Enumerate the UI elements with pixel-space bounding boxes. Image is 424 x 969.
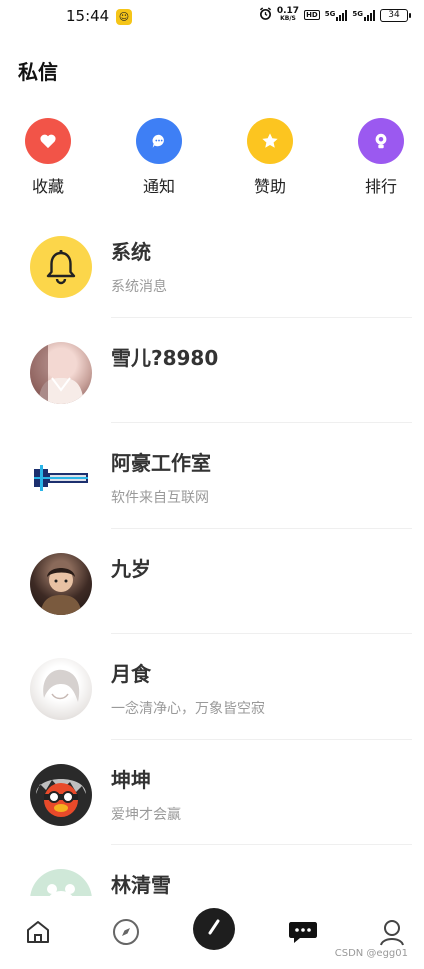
message-preview: 系统消息 <box>111 279 167 295</box>
list-item-system[interactable]: 系统 系统消息 <box>0 212 424 318</box>
message-preview: 软件来自互联网 <box>111 490 209 506</box>
profile-icon <box>378 917 406 951</box>
quick-action-label: 收藏 <box>31 177 64 196</box>
tab-home[interactable] <box>18 914 58 954</box>
quick-action-label: 排行 <box>364 177 397 196</box>
signal-sim1-icon: 5G <box>325 9 348 21</box>
list-item-contact[interactable]: 坤坤 爱坤才会赢 <box>0 740 424 845</box>
avatar <box>30 763 92 826</box>
tab-messages[interactable] <box>283 914 323 954</box>
list-item-contact[interactable]: 阿豪工作室 软件来自互联网 <box>0 423 424 529</box>
avatar <box>30 341 92 404</box>
quick-action-label: 通知 <box>142 177 175 196</box>
contact-name: 九岁 <box>111 556 151 581</box>
quick-actions: 收藏 通知 赞助 排行 <box>0 118 424 208</box>
bell-icon <box>30 236 92 298</box>
page-title: 私信 <box>18 60 58 84</box>
app-notification-icon: ☺ <box>116 9 132 25</box>
star-icon <box>247 118 293 164</box>
tab-discover[interactable] <box>106 914 146 954</box>
home-icon <box>24 918 52 950</box>
quick-action-notifications[interactable]: 通知 <box>124 118 194 197</box>
contact-name: 坤坤 <box>111 767 151 792</box>
quick-action-label: 赞助 <box>253 177 286 196</box>
quick-action-favorites[interactable]: 收藏 <box>13 118 83 197</box>
message-list: 系统 系统消息 雪儿?8980 阿豪工作室 软件来自互联网 九岁 月食 一念清净… <box>0 212 424 951</box>
trophy-icon <box>358 118 404 164</box>
avatar <box>30 658 92 720</box>
alarm-icon <box>259 7 272 23</box>
quick-action-sponsor[interactable]: 赞助 <box>235 118 305 197</box>
message-preview: 爱坤才会赢 <box>111 806 181 823</box>
avatar <box>30 552 92 615</box>
contact-name: 林清雪 <box>111 873 171 897</box>
list-item-contact[interactable]: 月食 一念清净心，万象皆空寂 <box>0 634 424 740</box>
compass-icon <box>111 917 141 951</box>
contact-name: 雪儿?8980 <box>111 345 219 370</box>
heart-icon <box>25 118 71 164</box>
contact-name: 月食 <box>111 662 151 686</box>
contact-name: 系统 <box>111 240 151 264</box>
signal-sim2-icon: 5G <box>352 9 375 21</box>
net-speed: 0.17 KB/S <box>276 6 300 23</box>
battery-icon: 34 <box>380 8 411 22</box>
compose-button[interactable] <box>193 908 235 950</box>
compose-icon <box>203 916 225 942</box>
status-indicators: 0.17 KB/S HD 5G 5G 34 <box>259 6 411 23</box>
message-preview: 一念清净心，万象皆空寂 <box>111 701 265 717</box>
bottom-tab-bar: CSDN @egg01 <box>0 896 424 969</box>
watermark: CSDN @egg01 <box>334 948 408 959</box>
status-time: 15:44 <box>66 7 110 25</box>
list-item-contact[interactable]: 九岁 <box>0 529 424 634</box>
hd-icon: HD <box>304 10 320 20</box>
messages-icon <box>287 918 319 950</box>
studio-logo <box>30 447 92 509</box>
list-item-contact[interactable]: 雪儿?8980 <box>0 318 424 423</box>
quick-action-ranking[interactable]: 排行 <box>346 118 416 197</box>
status-bar: 15:44 ☺ 0.17 KB/S HD 5G 5G 34 <box>0 0 424 34</box>
chat-bubble-icon <box>136 118 182 164</box>
contact-name: 阿豪工作室 <box>111 451 211 475</box>
